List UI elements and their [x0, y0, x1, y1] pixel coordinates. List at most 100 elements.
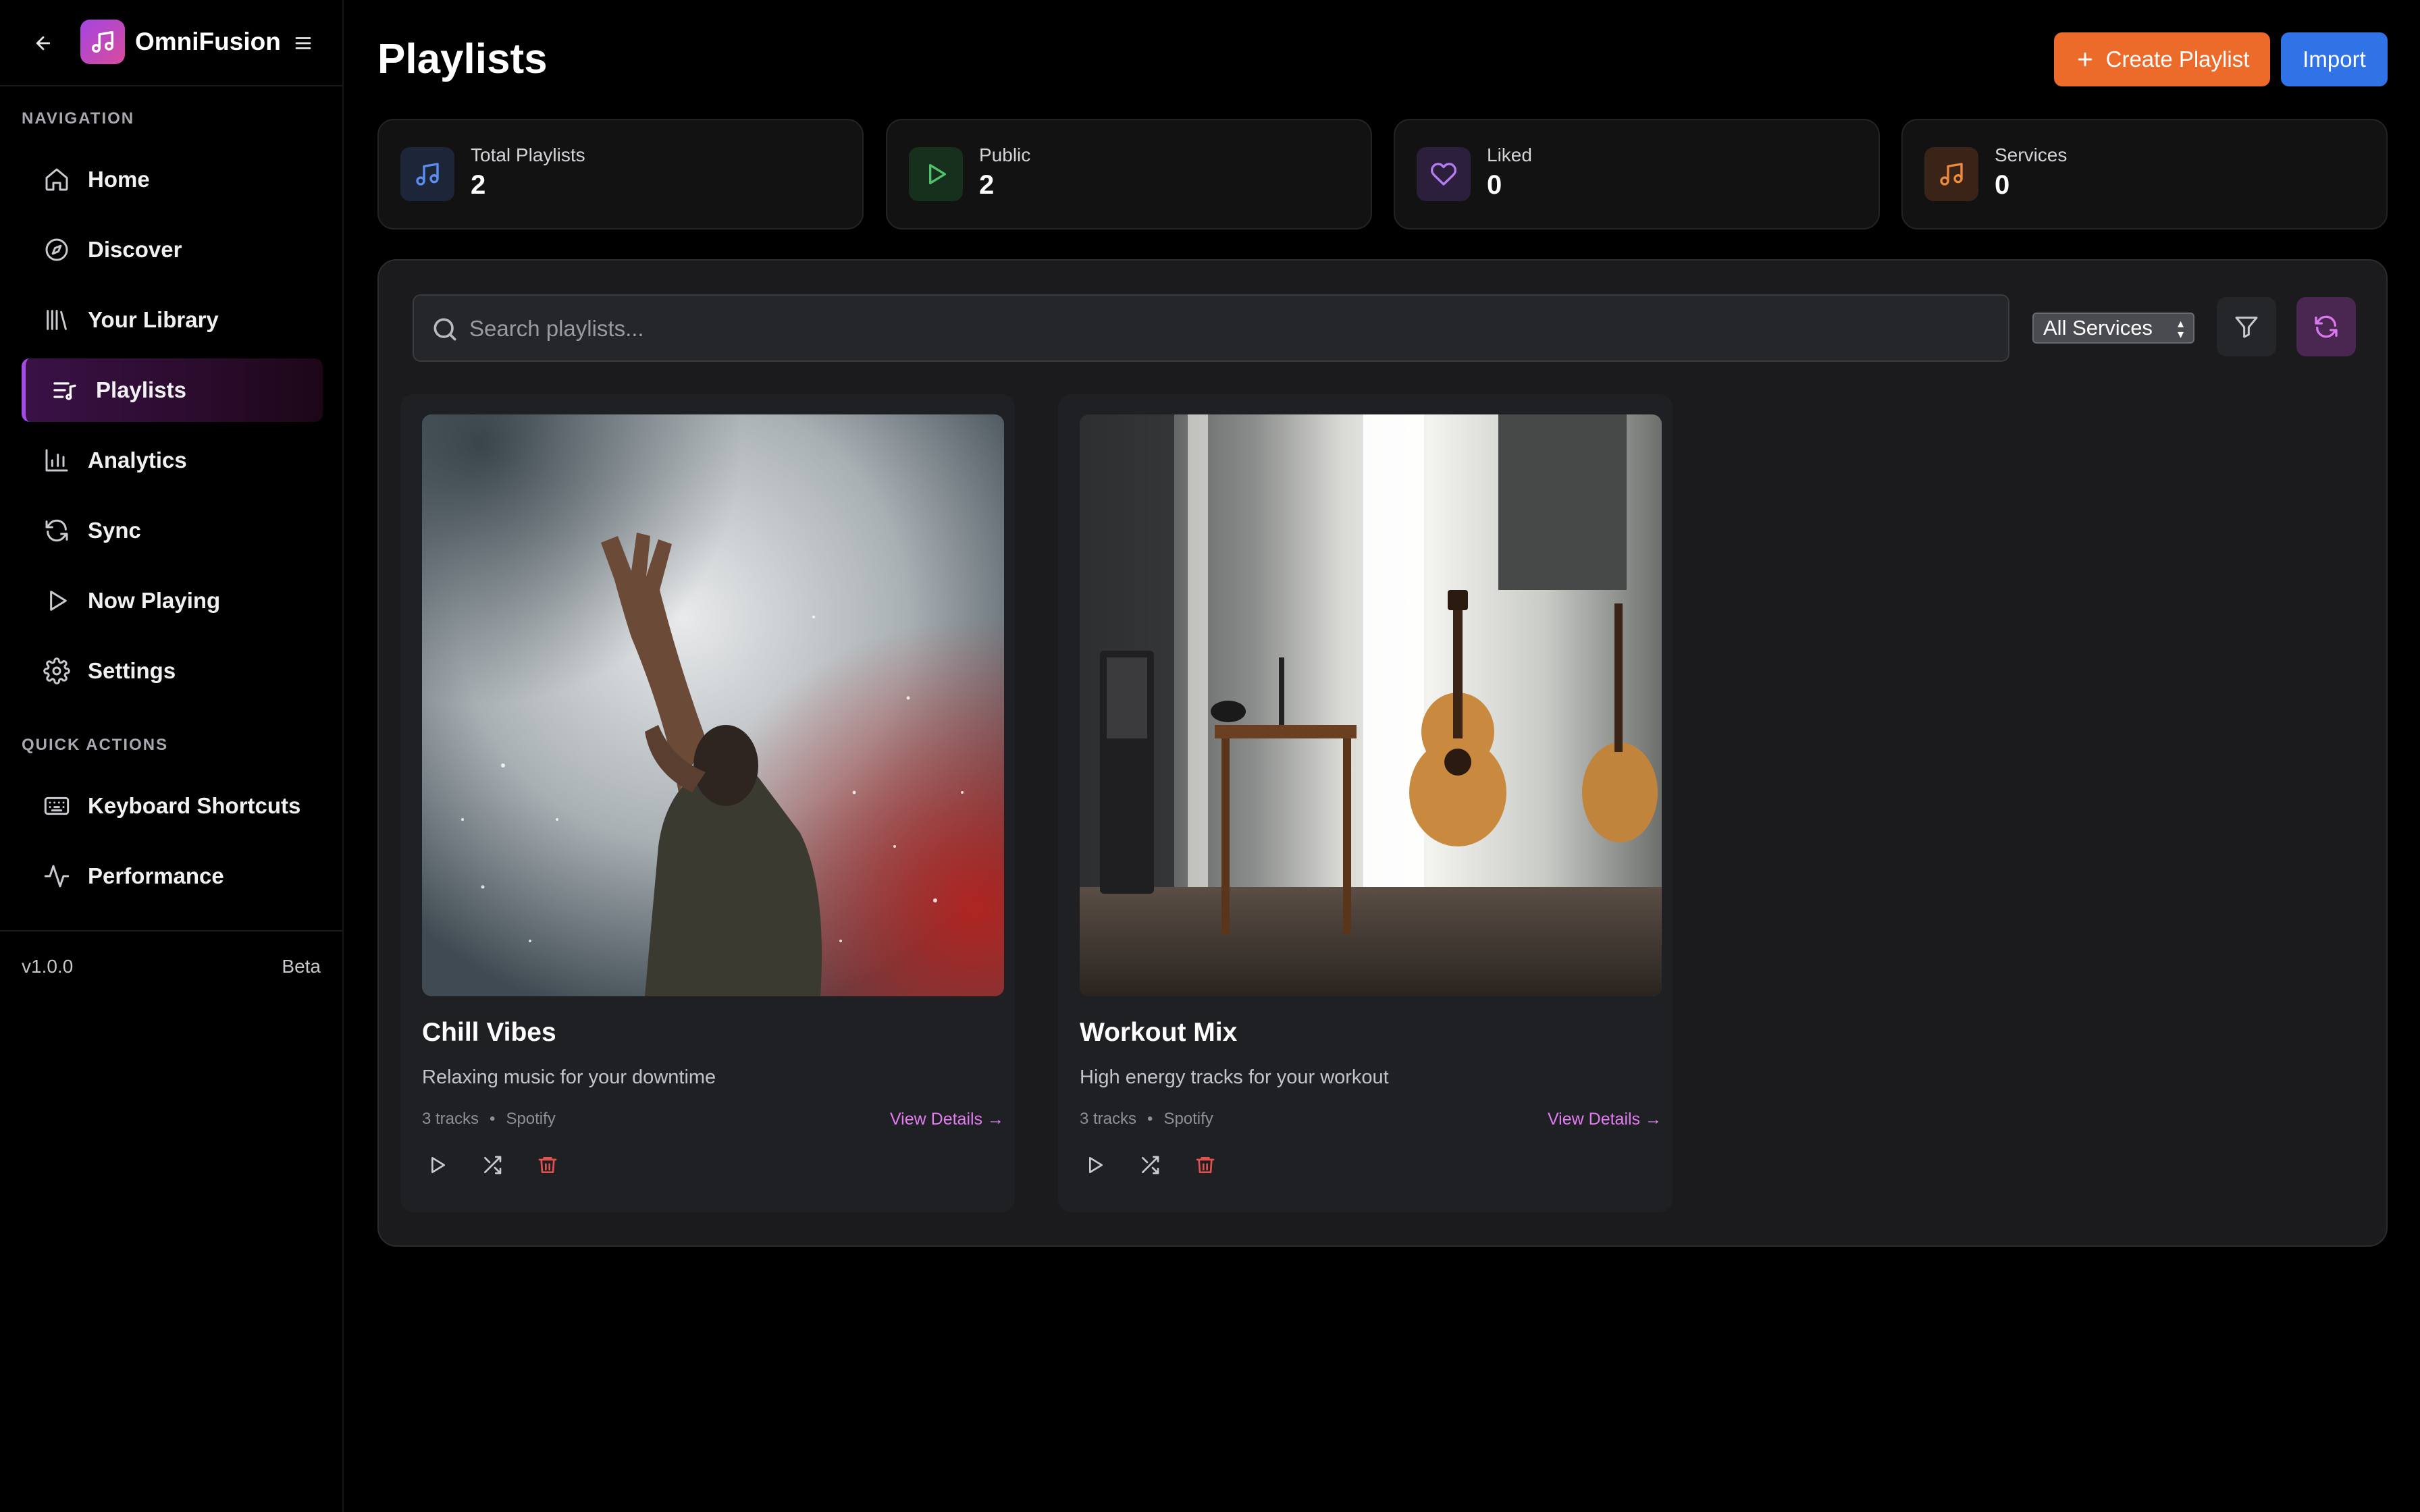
plus-icon [2078, 52, 2092, 67]
page-title: Playlists [377, 36, 548, 82]
create-playlist-button[interactable]: Create Playlist [2054, 32, 2270, 86]
track-count: 3 tracks [422, 1110, 479, 1128]
trash-icon [1196, 1157, 1215, 1173]
stat-label: Liked [1487, 144, 1532, 165]
service-name: Spotify [1163, 1110, 1213, 1128]
keyboard-icon [42, 791, 72, 821]
delete-button[interactable] [1190, 1150, 1220, 1180]
playlist-meta: 3 tracks • Spotify [1080, 1110, 1213, 1129]
import-button[interactable]: Import [2281, 32, 2388, 86]
quick-actions-title: QUICK ACTIONS [22, 736, 169, 754]
activity-icon [42, 861, 72, 891]
service-filter-select[interactable]: All Services ▴ ▾ [2032, 313, 2194, 344]
beta-badge: Beta [282, 956, 321, 977]
playlist-description: Relaxing music for your downtime [422, 1066, 716, 1088]
playlist-name: Workout Mix [1080, 1018, 1238, 1047]
version-label: v1.0.0 [22, 956, 74, 977]
create-playlist-label: Create Playlist [2105, 47, 2250, 72]
stat-value: 2 [979, 170, 995, 200]
playlist-cover-image[interactable] [422, 414, 1004, 996]
stat-value: 0 [1487, 170, 1502, 200]
playlist-card[interactable]: Chill Vibes Relaxing music for your down… [400, 394, 1015, 1212]
stat-card-services: Services 0 [1901, 119, 2388, 230]
shuffle-button[interactable] [1135, 1150, 1165, 1180]
playlist-actions [1080, 1150, 1220, 1180]
sidebar-item-performance[interactable]: Performance [22, 844, 323, 908]
compass-icon [42, 235, 72, 265]
view-details-link[interactable]: View Details → [890, 1110, 1004, 1129]
app-name: OmniFusion [135, 28, 281, 55]
menu-button[interactable] [287, 27, 319, 59]
gear-icon [42, 656, 72, 686]
sidebar-item-discover[interactable]: Discover [22, 218, 323, 281]
refresh-button[interactable] [2296, 297, 2356, 356]
stat-label: Services [1995, 144, 2068, 165]
sidebar-item-label: Performance [88, 863, 224, 888]
filter-button[interactable] [2217, 297, 2276, 356]
search-input[interactable] [468, 296, 1990, 362]
sidebar-item-label: Analytics [88, 448, 187, 473]
filter-icon [2235, 317, 2258, 338]
shuffle-icon [1142, 1156, 1159, 1174]
playlists-panel: All Services ▴▾ [377, 259, 2388, 1247]
playlist-name: Chill Vibes [422, 1018, 556, 1047]
sidebar-item-label: Sync [88, 518, 141, 543]
refresh-icon [2315, 315, 2338, 338]
back-button[interactable] [27, 27, 59, 59]
stat-card-public: Public 2 [886, 119, 1372, 230]
sidebar-item-keyboard-shortcuts[interactable]: Keyboard Shortcuts [22, 774, 323, 838]
sidebar-item-label: Now Playing [88, 588, 221, 613]
service-filter-value: All Services [2043, 316, 2153, 340]
shuffle-button[interactable] [477, 1150, 507, 1180]
home-icon [42, 165, 72, 194]
music-note-icon [1924, 147, 1978, 201]
refresh-icon [42, 516, 72, 545]
sidebar-divider [0, 930, 342, 932]
play-icon [1089, 1157, 1103, 1173]
app-logo [80, 20, 125, 64]
stat-label: Public [979, 144, 1031, 165]
play-button[interactable] [422, 1150, 452, 1180]
trash-icon [538, 1157, 557, 1173]
nav-section-title: NAVIGATION [22, 109, 135, 128]
search-box [413, 294, 2009, 362]
view-details-link[interactable]: View Details → [1548, 1110, 1662, 1129]
sidebar-item-playlists[interactable]: Playlists [22, 358, 323, 422]
meta-separator: • [1147, 1110, 1153, 1128]
playlist-actions [422, 1150, 562, 1180]
import-label: Import [2303, 47, 2366, 72]
play-button[interactable] [1080, 1150, 1109, 1180]
stat-value: 0 [1995, 170, 2010, 200]
playlist-icon [50, 375, 80, 405]
shuffle-icon [484, 1156, 502, 1174]
sidebar: OmniFusion NAVIGATION Home Discover Your… [0, 0, 344, 1512]
sidebar-header: OmniFusion [0, 0, 342, 86]
playlist-card[interactable]: Workout Mix High energy tracks for your … [1058, 394, 1673, 1212]
bar-chart-icon [42, 446, 72, 475]
sidebar-item-label: Home [88, 167, 150, 192]
playlist-cover-image[interactable] [1080, 414, 1662, 996]
sidebar-item-home[interactable]: Home [22, 148, 323, 211]
music-note-icon [92, 31, 113, 53]
heart-icon [1417, 147, 1471, 201]
sidebar-item-analytics[interactable]: Analytics [22, 429, 323, 492]
sidebar-item-label: Settings [88, 658, 176, 683]
sidebar-item-sync[interactable]: Sync [22, 499, 323, 562]
service-name: Spotify [506, 1110, 556, 1128]
stat-card-liked: Liked 0 [1394, 119, 1880, 230]
app-root: OmniFusion NAVIGATION Home Discover Your… [0, 0, 2420, 1512]
sidebar-item-library[interactable]: Your Library [22, 288, 323, 352]
play-icon [909, 147, 963, 201]
sidebar-item-settings[interactable]: Settings [22, 639, 323, 703]
playlist-description: High energy tracks for your workout [1080, 1066, 1389, 1088]
stat-label: Total Playlists [471, 144, 585, 165]
play-icon [42, 586, 72, 616]
delete-button[interactable] [533, 1150, 562, 1180]
track-count: 3 tracks [1080, 1110, 1137, 1128]
sidebar-item-now-playing[interactable]: Now Playing [22, 569, 323, 632]
sidebar-item-label: Your Library [88, 307, 219, 332]
sidebar-item-label: Discover [88, 237, 182, 262]
library-icon [42, 305, 72, 335]
meta-separator: • [490, 1110, 496, 1128]
select-arrows-icon: ▴ ▾ [2177, 317, 2184, 341]
